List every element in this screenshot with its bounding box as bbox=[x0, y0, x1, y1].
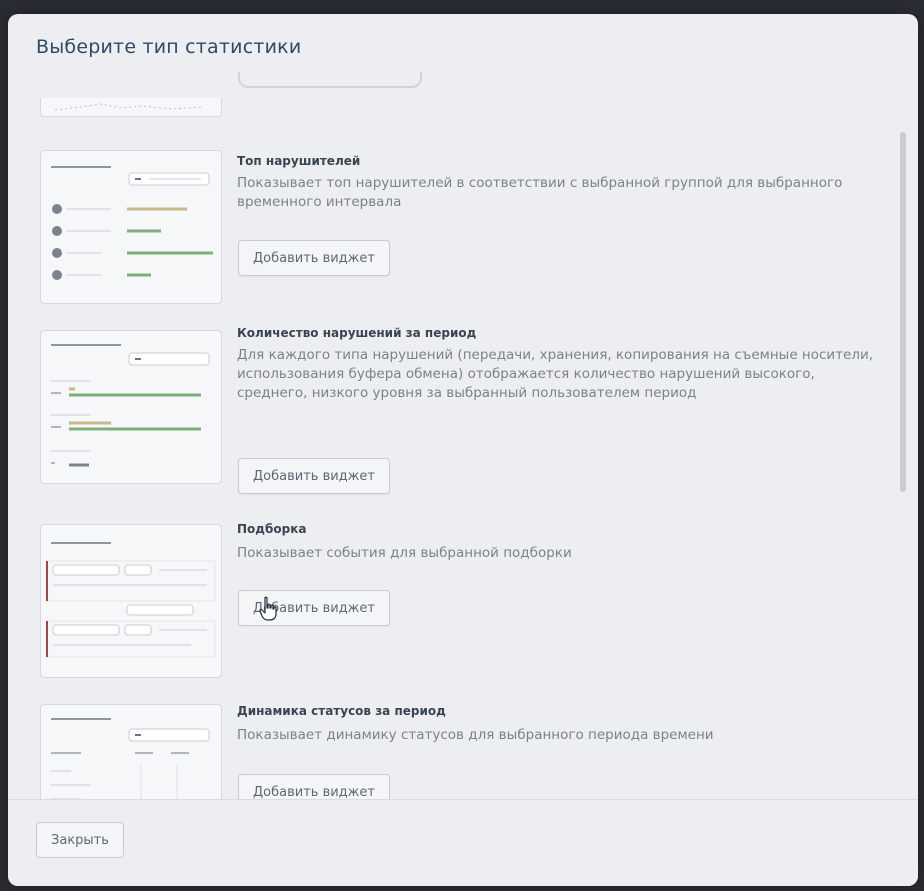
widget-option-description: Показывает события для выбранной подборк… bbox=[237, 545, 572, 561]
widget-thumbnail bbox=[40, 150, 222, 304]
widget-option-title: Динамика статусов за период bbox=[237, 704, 446, 718]
list-scrollbar[interactable] bbox=[900, 132, 906, 492]
dialog-footer: Закрыть bbox=[8, 799, 918, 886]
widget-type-list[interactable]: Топ нарушителей Показывает топ нарушител… bbox=[8, 72, 898, 812]
widget-option-description: Показывает топ нарушителей в соответстви… bbox=[237, 175, 843, 210]
add-widget-button[interactable]: Добавить виджет bbox=[238, 240, 390, 276]
widget-thumbnail bbox=[40, 524, 222, 678]
widget-type-dialog: Выберите тип статистики Топ нарушителей … bbox=[8, 14, 918, 886]
widget-thumbnail-partial bbox=[40, 98, 222, 117]
widget-option-description: Для каждого типа нарушений (передачи, хр… bbox=[237, 347, 874, 401]
close-button[interactable]: Закрыть bbox=[36, 822, 124, 858]
widget-thumbnail bbox=[40, 704, 222, 812]
widget-option-title: Подборка bbox=[237, 522, 307, 536]
partial-button-edge bbox=[238, 72, 422, 88]
dialog-title: Выберите тип статистики bbox=[36, 36, 302, 58]
add-widget-button[interactable]: Добавить виджет bbox=[238, 458, 390, 494]
widget-option-title: Топ нарушителей bbox=[237, 154, 361, 168]
widget-thumbnail bbox=[40, 330, 222, 484]
widget-option-description: Показывает динамику статусов для выбранн… bbox=[237, 727, 714, 743]
widget-option-title: Количество нарушений за период bbox=[237, 326, 477, 340]
hand-pointer-icon bbox=[258, 596, 280, 626]
